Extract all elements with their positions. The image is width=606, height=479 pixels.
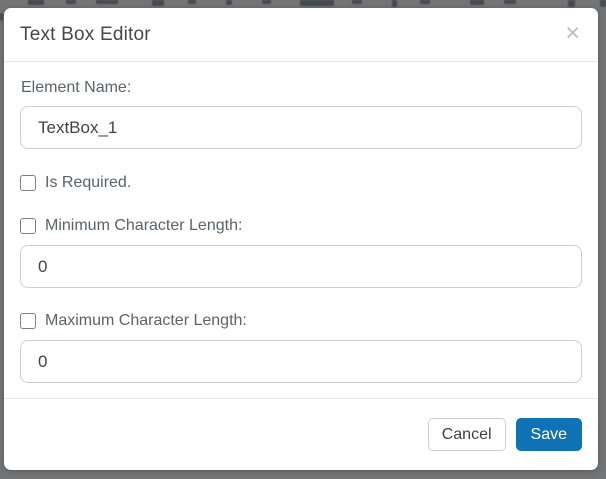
background-text-fragment <box>28 0 44 5</box>
background-text-fragment <box>568 0 575 7</box>
max-length-input[interactable] <box>20 340 582 383</box>
max-length-checkbox[interactable] <box>20 313 36 329</box>
is-required-label: Is Required. <box>45 174 131 192</box>
background-text-fragment <box>600 0 606 7</box>
save-button[interactable]: Save <box>516 418 582 451</box>
background-text-fragment <box>188 0 196 4</box>
min-length-checkbox[interactable] <box>20 218 36 234</box>
background-text-fragment <box>504 0 516 4</box>
modal-footer: Cancel Save <box>4 398 598 470</box>
background-text-fragment <box>96 0 118 4</box>
background-text-fragment <box>66 0 76 4</box>
max-length-row: Maximum Character Length: <box>20 312 582 330</box>
cancel-button[interactable]: Cancel <box>428 418 506 451</box>
modal-body: Element Name: Is Required. Minimum Chara… <box>4 62 598 398</box>
background-text-fragment <box>152 0 164 6</box>
min-length-row: Minimum Character Length: <box>20 217 582 235</box>
modal-title: Text Box Editor <box>20 24 151 46</box>
min-length-input[interactable] <box>20 245 582 288</box>
is-required-checkbox[interactable] <box>20 175 36 191</box>
modal-header: Text Box Editor × <box>4 8 598 62</box>
is-required-row: Is Required. <box>20 174 582 192</box>
background-text-fragment <box>420 0 430 4</box>
background-text-fragment <box>470 0 484 5</box>
text-box-editor-modal: Text Box Editor × Element Name: Is Requi… <box>4 8 598 470</box>
background-text-fragment <box>300 0 334 6</box>
background-text-fragment <box>226 0 232 5</box>
background-text-fragment <box>262 0 271 4</box>
background-text-fragment <box>352 0 362 4</box>
element-name-input[interactable] <box>20 106 582 149</box>
element-name-label: Element Name: <box>21 79 582 97</box>
background-text-fragment <box>0 13 3 21</box>
background-text-fragment <box>392 0 397 7</box>
min-length-label: Minimum Character Length: <box>45 217 242 235</box>
max-length-label: Maximum Character Length: <box>45 312 247 330</box>
close-icon[interactable]: × <box>563 21 582 46</box>
